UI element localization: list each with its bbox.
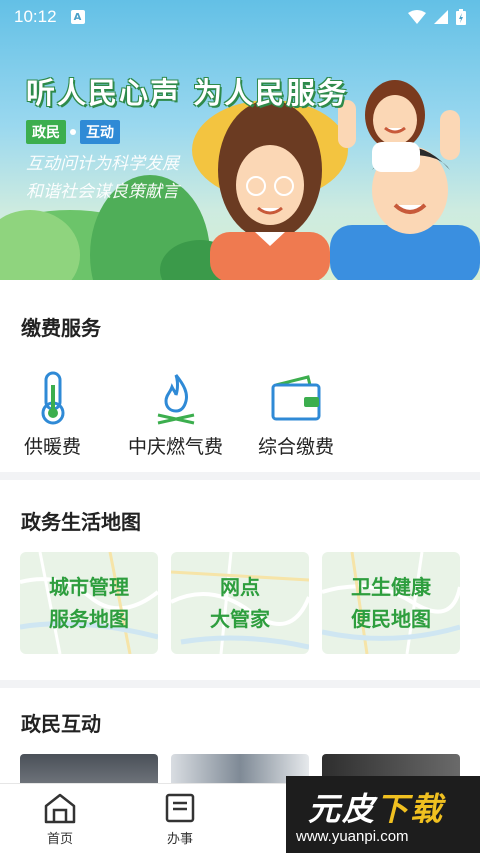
fee-label-gas: 中庆燃气费 [128,436,224,458]
map-card-text: 城市管理 服务地图 [49,571,129,635]
banner-subtitle-line2: 和谐社会谋良策献言 [26,182,179,202]
watermark-logo: 元皮下载 [308,784,444,830]
status-time: 10:12 [14,7,57,26]
gov-life-map-section: 政务生活地图 城市管理 服务地图 网点 大管家 卫生健康 便民地图 [0,480,480,680]
home-icon [44,793,76,824]
map-card-line1: 卫生健康 [351,575,431,599]
map-card-health-map[interactable]: 卫生健康 便民地图 [322,552,460,654]
banner-title: 听人民心声 为人民服务 [26,76,349,110]
banner-subtitle-line1: 互动问计为科学发展 [26,154,179,174]
gas-flame-icon [148,370,204,426]
banner-tag-left: 政民 [26,120,66,144]
map-card-text: 卫生健康 便民地图 [351,571,431,635]
status-bar: 10:12 A [0,0,480,34]
fee-label-general: 综合缴费 [258,436,335,458]
map-card-city-management[interactable]: 城市管理 服务地图 [20,552,158,654]
watermark-logo-b: 下载 [376,790,445,828]
app-screen: 听人民心声 为人民服务 政民 互动 互动问计为科学发展 和谐社会谋良策献言 10… [0,0,480,853]
watermark-logo-a: 元皮 [308,790,377,828]
fee-label-heating: 供暖费 [24,436,82,458]
tab-services[interactable]: 办事 [140,792,220,847]
battery-icon [456,9,466,25]
fee-item-general[interactable]: 综合缴费 [258,370,334,459]
map-card-line2: 便民地图 [351,607,431,631]
banner-subtitle: 互动问计为科学发展 和谐社会谋良策献言 [26,150,179,206]
wallet-icon [268,370,324,426]
map-card-line2: 服务地图 [49,607,129,631]
section-title-map: 政务生活地图 [21,510,141,534]
document-icon [165,793,195,823]
map-card-line1: 城市管理 [49,575,129,599]
fee-item-heating[interactable]: 供暖费 [24,370,81,459]
section-title-fees: 缴费服务 [21,316,101,340]
tag-separator-dot [70,129,76,135]
signal-icon [434,10,448,24]
notification-icon: A [70,10,85,24]
banner-tags: 政民 互动 [26,120,120,144]
status-indicators [408,9,466,25]
fee-services-section: 缴费服务 供暖费 中庆燃气费 综合缴费 [0,280,480,472]
banner-tag-right: 互动 [80,120,120,144]
section-title-interact: 政民互动 [21,712,101,736]
wifi-icon [408,10,426,24]
tab-home[interactable]: 首页 [20,792,100,847]
tab-label-home: 首页 [46,832,73,847]
watermark: 元皮下载 www.yuanpi.com [286,776,480,853]
promo-banner[interactable]: 听人民心声 为人民服务 政民 互动 互动问计为科学发展 和谐社会谋良策献言 [0,0,480,280]
interaction-section: 政民互动 [0,688,480,794]
map-card-line2: 大管家 [210,607,270,631]
tab-label-services: 办事 [166,832,193,847]
map-card-text: 网点 大管家 [210,571,270,635]
map-card-outlet-manager[interactable]: 网点 大管家 [171,552,309,654]
fee-item-gas[interactable]: 中庆燃气费 [128,370,223,459]
map-card-line1: 网点 [220,575,260,599]
thermometer-icon [25,370,81,426]
watermark-url: www.yuanpi.com [296,828,409,845]
